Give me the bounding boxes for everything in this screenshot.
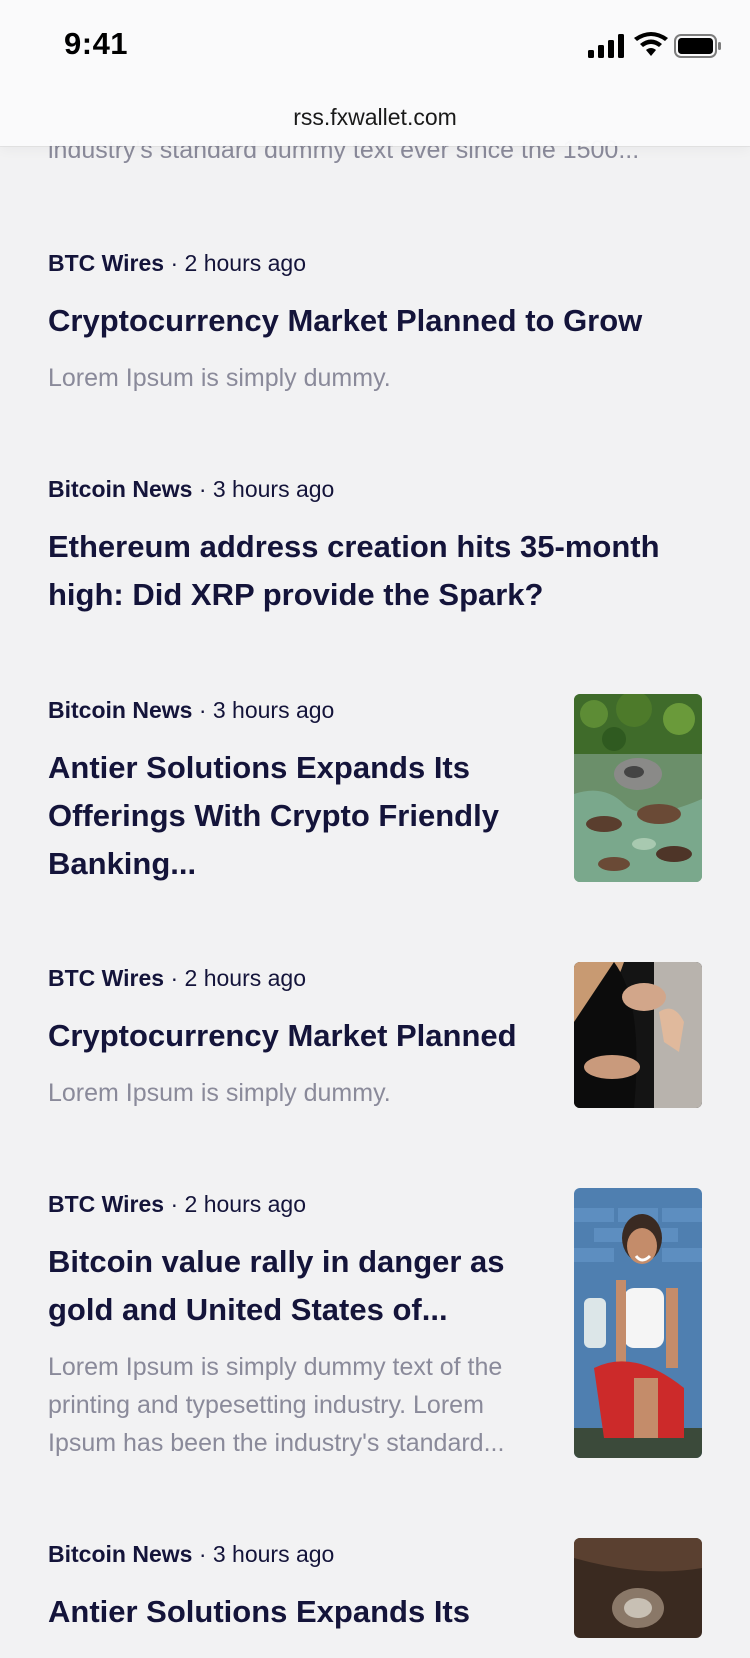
article-meta: BTC Wires · 2 hours ago — [48, 962, 558, 994]
news-item[interactable]: Bitcoin News · 3 hours ago Antier Soluti… — [48, 694, 702, 884]
article-source: BTC Wires — [48, 1191, 165, 1217]
article-meta: Bitcoin News · 3 hours ago — [48, 473, 702, 505]
url-bar[interactable]: rss.fxwallet.com — [0, 104, 750, 131]
news-item[interactable]: Bitcoin News · 3 hours ago Antier Soluti… — [48, 1538, 702, 1658]
article-summary: Lorem Ipsum is simply dummy text of the … — [48, 1353, 505, 1457]
news-item[interactable]: BTC Wires · 2 hours ago Bitcoin value ra… — [48, 1188, 702, 1458]
article-time: · 2 hours ago — [170, 250, 307, 276]
article-title: Bitcoin value rally in danger as gold an… — [48, 1244, 505, 1327]
article-thumbnail — [574, 962, 702, 1108]
article-source: BTC Wires — [48, 250, 165, 276]
news-item[interactable]: BTC Wires · 2 hours ago Cryptocurrency M… — [48, 247, 702, 397]
article-meta: BTC Wires · 2 hours ago — [48, 1188, 558, 1220]
article-title: Cryptocurrency Market Planned to Grow — [48, 303, 643, 338]
article-time: · 2 hours ago — [170, 1191, 307, 1217]
article-thumbnail — [574, 1538, 702, 1638]
article-thumbnail — [574, 1188, 702, 1458]
article-time: · 3 hours ago — [198, 1541, 335, 1567]
article-meta: Bitcoin News · 3 hours ago — [48, 694, 558, 726]
news-item[interactable]: BTC Wires · 2 hours ago Cryptocurrency M… — [48, 962, 702, 1108]
article-title: Ethereum address creation hits 35-month … — [48, 529, 660, 612]
article-title: Antier Solutions Expands Its Offerings W… — [48, 750, 499, 881]
wifi-icon — [634, 32, 668, 56]
article-source: BTC Wires — [48, 965, 165, 991]
article-meta: BTC Wires · 2 hours ago — [48, 247, 702, 279]
article-meta: Bitcoin News · 3 hours ago — [48, 1538, 558, 1570]
article-source: Bitcoin News — [48, 1541, 193, 1567]
article-source: Bitcoin News — [48, 476, 193, 502]
article-source: Bitcoin News — [48, 697, 193, 723]
battery-icon — [674, 34, 721, 58]
news-feed[interactable]: industry's standard dummy text ever sinc… — [0, 0, 750, 1638]
signal-icon — [588, 34, 624, 58]
article-time: · 3 hours ago — [198, 697, 335, 723]
article-title: Antier Solutions Expands Its — [48, 1594, 470, 1629]
browser-status-bar: 9:41 rss.fxwallet.com — [0, 0, 750, 146]
article-time: · 2 hours ago — [170, 965, 307, 991]
status-time: 9:41 — [64, 26, 129, 61]
article-summary: Lorem Ipsum is simply dummy. — [48, 1079, 391, 1107]
article-time: · 3 hours ago — [198, 476, 335, 502]
news-item[interactable]: Bitcoin News · 3 hours ago Ethereum addr… — [48, 473, 702, 619]
article-summary: Lorem Ipsum is simply dummy. — [48, 364, 391, 392]
article-title: Cryptocurrency Market Planned — [48, 1018, 517, 1053]
article-thumbnail — [574, 694, 702, 882]
